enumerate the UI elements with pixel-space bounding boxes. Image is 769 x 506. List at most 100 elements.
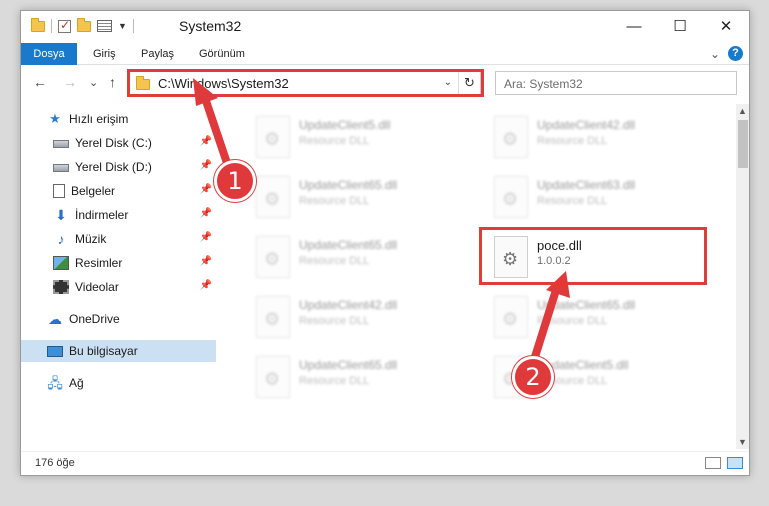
forward-arrow-icon[interactable]: → — [63, 74, 77, 90]
search-box[interactable]: Ara: System32 — [495, 71, 737, 95]
sidebar-item-label: Bu bilgisayar — [69, 344, 138, 358]
maximize-button[interactable]: ☐ — [657, 11, 703, 41]
vertical-scrollbar[interactable]: ▲ ▼ — [736, 104, 749, 449]
ribbon-tabs: Dosya Giriş Paylaş Görünüm ⌄ ? — [21, 43, 749, 65]
sidebar-item-label: Ağ — [69, 376, 84, 390]
ribbon-collapse-icon[interactable]: ⌄ — [710, 47, 720, 61]
pin-icon[interactable]: 📌 — [200, 160, 212, 171]
quick-access-toolbar: ▼ — [31, 17, 134, 33]
callout-badge-two: 2 — [512, 356, 554, 398]
properties-icon[interactable] — [97, 20, 112, 32]
properties-check-icon[interactable] — [58, 18, 71, 33]
file-description: Resource DLL — [537, 315, 608, 327]
sidebar-item-label: Yerel Disk (C:) — [75, 136, 152, 150]
toolbar-divider — [51, 19, 52, 33]
pin-icon[interactable]: 📌 — [200, 184, 212, 195]
sidebar-item-network[interactable]: 🖧 Ağ — [21, 372, 216, 394]
sidebar-item-documents[interactable]: Belgeler 📌 — [21, 180, 216, 202]
sidebar-item-label: OneDrive — [69, 312, 120, 326]
tab-view[interactable]: Görünüm — [199, 43, 245, 65]
dll-file-icon — [256, 296, 290, 338]
navigation-pane: ★ Hızlı erişim Yerel Disk (C:) 📌 Yerel D… — [21, 104, 216, 449]
caption-buttons: — ☐ ✕ — [611, 11, 749, 41]
sidebar-item-downloads[interactable]: ⬇ İndirmeler 📌 — [21, 204, 216, 226]
cloud-icon: ☁ — [48, 311, 62, 327]
folder-icon — [31, 17, 45, 32]
sidebar-item-pictures[interactable]: Resimler 📌 — [21, 252, 216, 274]
video-icon — [53, 280, 69, 294]
dll-file-icon — [256, 236, 290, 278]
pin-icon[interactable]: 📌 — [200, 136, 212, 147]
scroll-down-icon[interactable]: ▼ — [738, 437, 747, 447]
window-title: System32 — [179, 18, 242, 34]
pin-icon[interactable]: 📌 — [200, 256, 212, 267]
sidebar-item-this-pc[interactable]: Bu bilgisayar — [21, 340, 216, 362]
sidebar-item-label: Yerel Disk (D:) — [75, 160, 152, 174]
recent-locations-icon[interactable]: ⌄ — [89, 76, 98, 89]
ribbon-controls: ⌄ ? — [710, 46, 743, 61]
drive-icon — [53, 140, 69, 148]
search-input[interactable]: Ara: System32 — [504, 77, 583, 91]
file-item[interactable]: UpdateClient63.dll Resource DLL — [484, 168, 714, 224]
tab-home[interactable]: Giriş — [93, 43, 116, 65]
toolbar-divider — [132, 19, 134, 33]
file-item[interactable]: UpdateClient42.dll Resource DLL — [246, 288, 476, 344]
pin-icon[interactable]: 📌 — [200, 208, 212, 219]
file-description: Resource DLL — [537, 135, 608, 147]
sidebar-item-label: Resimler — [75, 256, 123, 270]
documents-icon — [53, 184, 65, 198]
file-name: UpdateClient65.dll — [299, 358, 398, 372]
status-bar: 176 öğe — [21, 451, 749, 475]
sidebar-item-local-disk-c[interactable]: Yerel Disk (C:) 📌 — [21, 132, 216, 154]
pin-icon[interactable]: 📌 — [200, 280, 212, 291]
file-item[interactable]: UpdateClient65.dll Resource DLL — [246, 168, 476, 224]
up-arrow-icon[interactable]: ↑ — [109, 74, 116, 90]
dll-file-icon — [256, 116, 290, 158]
file-description: Resource DLL — [299, 375, 370, 387]
file-item[interactable]: UpdateClient65.dll Resource DLL — [484, 288, 714, 344]
customize-toolbar-icon[interactable]: ▼ — [118, 21, 127, 31]
back-arrow-icon[interactable]: ← — [33, 74, 47, 90]
file-description: Resource DLL — [299, 315, 370, 327]
file-item[interactable]: UpdateClient65.dll Resource DLL — [246, 228, 476, 284]
sidebar-item-label: Hızlı erişim — [69, 112, 129, 126]
star-icon: ★ — [49, 111, 61, 126]
sidebar-item-videos[interactable]: Videolar 📌 — [21, 276, 216, 298]
tab-share[interactable]: Paylaş — [141, 43, 174, 65]
dll-file-icon — [256, 356, 290, 398]
sidebar-item-local-disk-d[interactable]: Yerel Disk (D:) 📌 — [21, 156, 216, 178]
tab-file[interactable]: Dosya — [21, 43, 77, 65]
file-item[interactable]: UpdateClient42.dll Resource DLL — [484, 108, 714, 164]
scroll-up-icon[interactable]: ▲ — [738, 106, 747, 116]
sidebar-item-music[interactable]: ♪ Müzik 📌 — [21, 228, 216, 250]
file-description: Resource DLL — [299, 255, 370, 267]
file-highlight-box — [479, 227, 707, 285]
callout-badge-one: 1 — [214, 160, 256, 202]
address-highlight-box — [127, 69, 484, 97]
file-item[interactable]: UpdateClient5.dll Resource DLL — [246, 108, 476, 164]
computer-icon — [47, 345, 63, 357]
new-folder-icon[interactable] — [77, 17, 91, 32]
details-view-icon[interactable] — [705, 457, 721, 469]
sidebar-item-quick-access[interactable]: ★ Hızlı erişim — [21, 108, 216, 130]
dll-file-icon — [494, 116, 528, 158]
large-icons-view-icon[interactable] — [727, 457, 743, 469]
sidebar-item-onedrive[interactable]: ☁ OneDrive — [21, 308, 216, 330]
dll-file-icon — [494, 296, 528, 338]
help-icon[interactable]: ? — [728, 46, 743, 61]
close-button[interactable]: ✕ — [703, 11, 749, 41]
sidebar-item-label: İndirmeler — [75, 208, 129, 222]
explorer-window: ▼ System32 — ☐ ✕ Dosya Giriş Paylaş Görü… — [20, 10, 750, 476]
dll-file-icon — [494, 176, 528, 218]
file-name: UpdateClient5.dll — [299, 118, 391, 132]
file-name: UpdateClient42.dll — [537, 118, 636, 132]
pictures-icon — [53, 256, 69, 270]
file-name: UpdateClient65.dll — [299, 238, 398, 252]
item-count: 176 öğe — [35, 457, 75, 469]
download-icon: ⬇ — [55, 207, 67, 223]
file-item[interactable]: UpdateClient65.dll Resource DLL — [246, 348, 476, 404]
file-description: Resource DLL — [299, 195, 370, 207]
scrollbar-thumb[interactable] — [738, 120, 748, 168]
pin-icon[interactable]: 📌 — [200, 232, 212, 243]
minimize-button[interactable]: — — [611, 11, 657, 41]
